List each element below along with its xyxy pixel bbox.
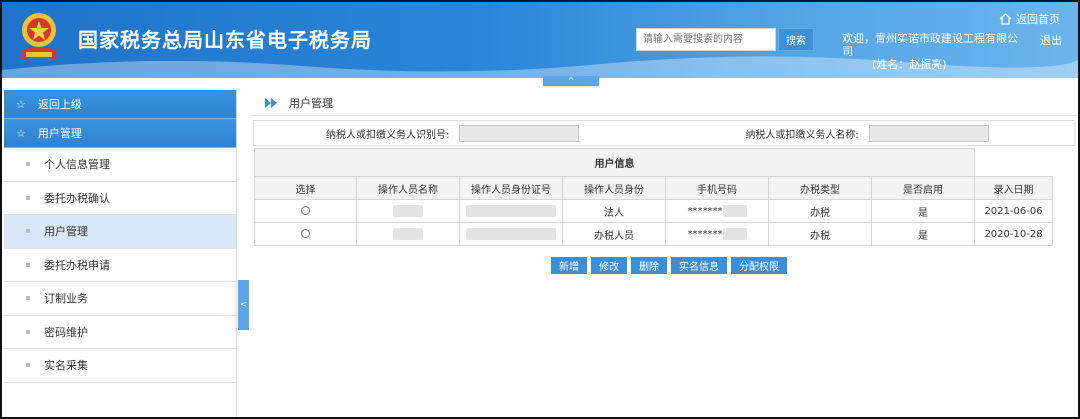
table-title: 用户信息 [254,148,975,177]
bullet-icon [26,363,30,368]
welcome-company: 欢迎，青州实诺市政建设工程有限公司 [842,32,1018,58]
app-window: 国家税务总局山东省电子税务局 搜索 返回首页 欢迎，青州实诺市政建设工程有限公司… [0,0,1080,419]
bullet-icon [26,296,30,301]
table-title-spacer [974,148,1053,177]
bullet-icon [26,229,30,234]
redacted-name [393,228,423,240]
row-identity: 法人 [562,199,666,223]
user-table: 用户信息 选择 操作人员名称 操作人员身份证号 操作人员身份 手机号码 办税类型… [254,148,1053,246]
phone-mask: ******* [687,229,723,240]
search-input[interactable] [636,28,776,51]
row-enabled: 是 [871,222,975,246]
bullet-icon [26,262,30,267]
sidebar-item-label: 实名采集 [44,359,88,373]
sidebar-back[interactable]: ☆ 返回上级 [4,90,236,119]
sidebar-item-delegation-apply[interactable]: 委托办税申请 [4,248,236,282]
star-icon: ☆ [16,97,26,111]
delete-button[interactable]: 删除 [631,257,667,274]
column-header: 手机号码 [665,176,769,200]
sidebar-collapse-button[interactable]: < [238,280,249,330]
column-header: 办税类型 [768,176,872,200]
taxpayer-name-label: 纳税人或扣缴义务人名称: [745,129,859,141]
sidebar-item-label: 订制业务 [44,292,88,306]
site-title: 国家税务总局山东省电子税务局 [78,28,372,52]
column-header: 操作人员身份证号 [459,176,563,200]
row-select-radio[interactable] [301,229,310,238]
column-header: 录入日期 [974,176,1053,200]
sidebar-item-label: 个人信息管理 [44,158,110,172]
column-header: 操作人员名称 [356,176,460,200]
row-tax-type: 办税 [768,222,872,246]
sidebar-item-personal-info[interactable]: 个人信息管理 [4,148,236,182]
bullet-icon [26,195,30,200]
sidebar-item-label: 用户管理 [44,225,88,239]
phone-mask: ******* [687,206,723,217]
row-phone: ******* [665,222,769,246]
star-icon: ☆ [16,126,26,140]
table-row[interactable]: 办税人员 ******* 办税 是 2020-10-28 [254,222,1053,246]
sidebar-section-label: 用户管理 [37,126,82,140]
logout-link[interactable]: 退出 [1040,32,1062,48]
breadcrumb: 用户管理 [251,90,1078,116]
sidebar-item-custom-business[interactable]: 订制业务 [4,282,236,316]
welcome-user: (姓名：赵振亮) [872,58,947,71]
sidebar-item-label: 委托办税申请 [44,258,110,272]
sidebar: ☆ 返回上级 ☆ 用户管理 个人信息管理 委托办税确认 用户管理 委托办税申请 … [4,90,237,417]
column-header: 是否启用 [871,176,975,200]
sidebar-section-user-management[interactable]: ☆ 用户管理 [4,119,236,148]
table-header-row: 选择 操作人员名称 操作人员身份证号 操作人员身份 手机号码 办税类型 是否启用… [254,176,1053,200]
action-bar: 新增 修改 删除 实名信息 分配权限 [551,257,787,274]
home-link-label: 返回首页 [1016,13,1060,26]
sidebar-item-user-management[interactable]: 用户管理 [4,215,236,249]
home-link[interactable]: 返回首页 [999,11,1060,27]
sidebar-item-label: 密码维护 [44,325,88,339]
bullet-icon [26,329,30,334]
row-date: 2020-10-28 [974,222,1053,246]
collapse-header-button[interactable]: ^ [543,76,599,86]
real-name-info-button[interactable]: 实名信息 [671,257,727,274]
sidebar-item-label: 委托办税确认 [44,191,110,205]
sidebar-item-real-name[interactable]: 实名采集 [4,349,236,383]
redacted-phone [722,205,747,217]
redacted-name [393,205,423,217]
taxpayer-id-field[interactable] [459,124,580,142]
row-identity: 办税人员 [562,222,666,246]
column-header: 选择 [254,176,357,200]
bullet-icon [26,162,30,167]
redacted-id-number [466,205,556,217]
row-date: 2021-06-06 [974,199,1053,223]
main-content: 用户管理 纳税人或扣缴义务人识别号: 纳税人或扣缴义务人名称: 用户信息 选择 … [251,90,1078,417]
row-select-radio[interactable] [301,206,310,215]
search-button[interactable]: 搜索 [778,28,814,51]
header-banner: 国家税务总局山东省电子税务局 搜索 返回首页 欢迎，青州实诺市政建设工程有限公司… [2,2,1078,78]
assign-permission-button[interactable]: 分配权限 [731,257,787,274]
taxpayer-id-label: 纳税人或扣缴义务人识别号: [326,129,450,141]
sidebar-back-label: 返回上级 [37,97,82,111]
home-icon [999,13,1012,25]
breadcrumb-label: 用户管理 [289,96,333,110]
row-tax-type: 办税 [768,199,872,223]
column-header: 操作人员身份 [562,176,666,200]
double-arrow-icon [265,97,277,108]
row-enabled: 是 [871,199,975,223]
filter-bar: 纳税人或扣缴义务人识别号: 纳税人或扣缴义务人名称: [253,120,1075,146]
taxpayer-name-field[interactable] [868,124,989,142]
sidebar-item-password[interactable]: 密码维护 [4,315,236,349]
add-button[interactable]: 新增 [551,257,587,274]
redacted-id-number [466,228,556,240]
welcome-text: 欢迎，青州实诺市政建设工程有限公司 (姓名：赵振亮) [842,32,1022,71]
redacted-phone [722,228,747,240]
tax-emblem-icon [22,13,56,60]
edit-button[interactable]: 修改 [591,257,627,274]
row-phone: ******* [665,199,769,223]
table-row[interactable]: 法人 ******* 办税 是 2021-06-06 [254,199,1053,223]
sidebar-item-delegation-confirm[interactable]: 委托办税确认 [4,181,236,215]
